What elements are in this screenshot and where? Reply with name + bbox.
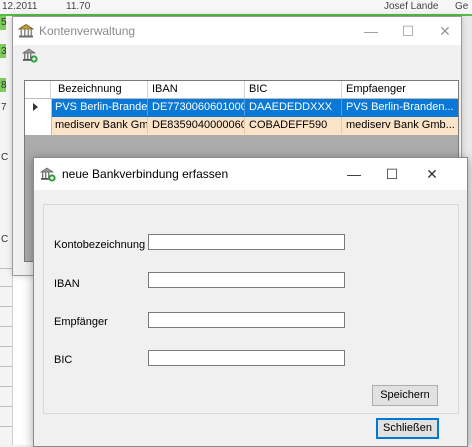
background-text: C [1, 234, 9, 245]
add-bank-icon [40, 166, 56, 182]
cell-bezeichnung[interactable]: mediserv Bank Gmb... [51, 117, 148, 134]
add-bank-icon[interactable] [22, 47, 38, 63]
background-text: 7 [1, 102, 7, 113]
background-text: C [1, 152, 9, 163]
cell-empfaenger[interactable]: mediserv Bank Gmb... [342, 117, 458, 134]
bic-input[interactable] [148, 350, 345, 366]
new-bank-connection-dialog: neue Bankverbindung erfassen — ☐ ✕ Konto… [33, 157, 468, 447]
cell-iban[interactable]: DE8359040000060... [148, 117, 245, 134]
column-header-bezeichnung[interactable]: Bezeichnung [51, 81, 148, 98]
bic-label: BIC [54, 354, 73, 366]
bank-icon [18, 23, 34, 39]
background-text: Ge [455, 1, 469, 12]
cell-iban[interactable]: DE7730060601000... [148, 99, 245, 116]
column-header-bic[interactable]: BIC [245, 81, 342, 98]
background-text: 12.2011 [2, 1, 38, 12]
cell-empfaenger[interactable]: PVS Berlin-Branden... [342, 99, 458, 116]
background-text: 11.70 [66, 1, 91, 12]
empfaenger-label: Empfänger [54, 316, 108, 328]
background-text: 5 [1, 17, 7, 28]
title-bar[interactable]: Kontenverwaltung — ☐ ✕ [13, 17, 461, 45]
column-header-iban[interactable]: IBAN [148, 81, 245, 98]
cell-bic[interactable]: COBADEFF590 [245, 117, 342, 134]
maximize-button[interactable]: ☐ [394, 21, 422, 41]
row-header[interactable] [25, 117, 52, 136]
cell-bezeichnung[interactable]: PVS Berlin-Brandenb... [51, 99, 148, 116]
row-header[interactable] [25, 99, 52, 118]
iban-input[interactable] [148, 272, 345, 288]
minimize-button[interactable]: — [357, 21, 385, 41]
save-button[interactable]: Speichern [372, 385, 438, 406]
iban-label: IBAN [54, 278, 80, 290]
background-text: 3 [1, 46, 7, 57]
table-row[interactable]: mediserv Bank Gmb... DE8359040000060... … [25, 117, 458, 136]
kontobezeichnung-label: Kontobezeichnung [54, 239, 146, 251]
toolbar [13, 45, 461, 67]
window-title: Kontenverwaltung [39, 24, 136, 38]
background-text: 8 [1, 80, 7, 91]
close-dialog-button[interactable]: Schließen [376, 418, 439, 439]
background-text: Josef Lande [384, 1, 439, 12]
close-button[interactable]: ✕ [431, 21, 459, 41]
row-header-corner [25, 81, 51, 98]
empfaenger-input[interactable] [148, 312, 345, 328]
current-row-arrow-icon [33, 103, 38, 111]
table-row[interactable]: PVS Berlin-Brandenb... DE7730060601000..… [25, 99, 458, 118]
cell-bic[interactable]: DAAEDEDDXXX [245, 99, 342, 116]
kontobezeichnung-input[interactable] [148, 234, 345, 250]
dialog-title: neue Bankverbindung erfassen [62, 167, 229, 181]
grid-header: Bezeichnung IBAN BIC Empfaenger [25, 81, 458, 99]
maximize-button[interactable]: ☐ [378, 164, 406, 184]
dialog-title-bar[interactable]: neue Bankverbindung erfassen — ☐ ✕ [34, 158, 467, 190]
minimize-button[interactable]: — [340, 164, 368, 184]
close-button[interactable]: ✕ [418, 164, 446, 184]
column-header-empfaenger[interactable]: Empfaenger [342, 81, 458, 98]
